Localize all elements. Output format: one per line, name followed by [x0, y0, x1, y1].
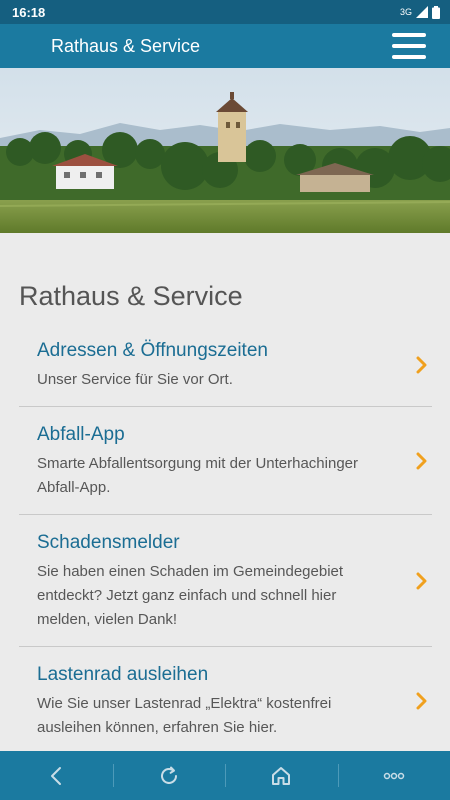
chevron-right-icon [416, 356, 427, 373]
service-list: Adressen & Öffnungszeiten Unser Service … [19, 323, 432, 751]
back-icon [51, 766, 62, 785]
list-item-title: Schadensmelder [37, 532, 180, 553]
list-item-description: Unser Service für Sie vor Ort. [37, 371, 233, 388]
status-bar: 16:18 3G [0, 0, 450, 24]
chevron-right-icon [416, 692, 427, 709]
list-item-abfall-app[interactable]: Abfall-App Smarte Abfallentsorgung mit d… [19, 407, 432, 515]
app-title: Rathaus & Service [51, 35, 201, 56]
chevron-right-icon [416, 572, 427, 589]
list-item-title: Lastenrad ausleihen [37, 664, 209, 685]
app-bar: Rathaus & Service [0, 24, 450, 68]
list-item-title: Adressen & Öffnungszeiten [37, 340, 268, 361]
home-icon [272, 766, 291, 785]
reload-button[interactable] [112, 751, 226, 800]
content-area: Rathaus & Service Adressen & Öffnungszei… [0, 233, 450, 751]
list-item-title: Abfall-App [37, 424, 125, 445]
list-item-adressen[interactable]: Adressen & Öffnungszeiten Unser Service … [19, 323, 432, 407]
battery-icon [432, 5, 440, 19]
more-icon [383, 772, 404, 779]
reload-icon [160, 766, 177, 784]
network-label: 3G [399, 7, 412, 17]
more-button[interactable] [337, 751, 450, 800]
list-item-description: Wie Sie unser Lastenrad „Elektra“ kosten… [37, 695, 332, 736]
bottom-navigation [0, 751, 450, 800]
hamburger-menu-icon[interactable] [392, 33, 426, 59]
list-item-lastenrad[interactable]: Lastenrad ausleihen Wie Sie unser Lasten… [19, 647, 432, 751]
status-icons: 3G [399, 5, 440, 19]
hero-image [0, 68, 450, 233]
list-item-schadensmelder[interactable]: Schadensmelder Sie haben einen Schaden i… [19, 515, 432, 647]
status-time: 16:18 [12, 4, 46, 20]
list-item-description: Sie haben einen Schaden im Gemeindegebie… [37, 563, 344, 628]
back-button[interactable] [0, 751, 113, 800]
home-button[interactable] [225, 751, 338, 800]
page-title: Rathaus & Service [19, 281, 243, 311]
chevron-right-icon [416, 452, 427, 469]
signal-icon [416, 6, 428, 18]
list-item-description: Smarte Abfallentsorgung mit der Unterhac… [37, 455, 359, 496]
